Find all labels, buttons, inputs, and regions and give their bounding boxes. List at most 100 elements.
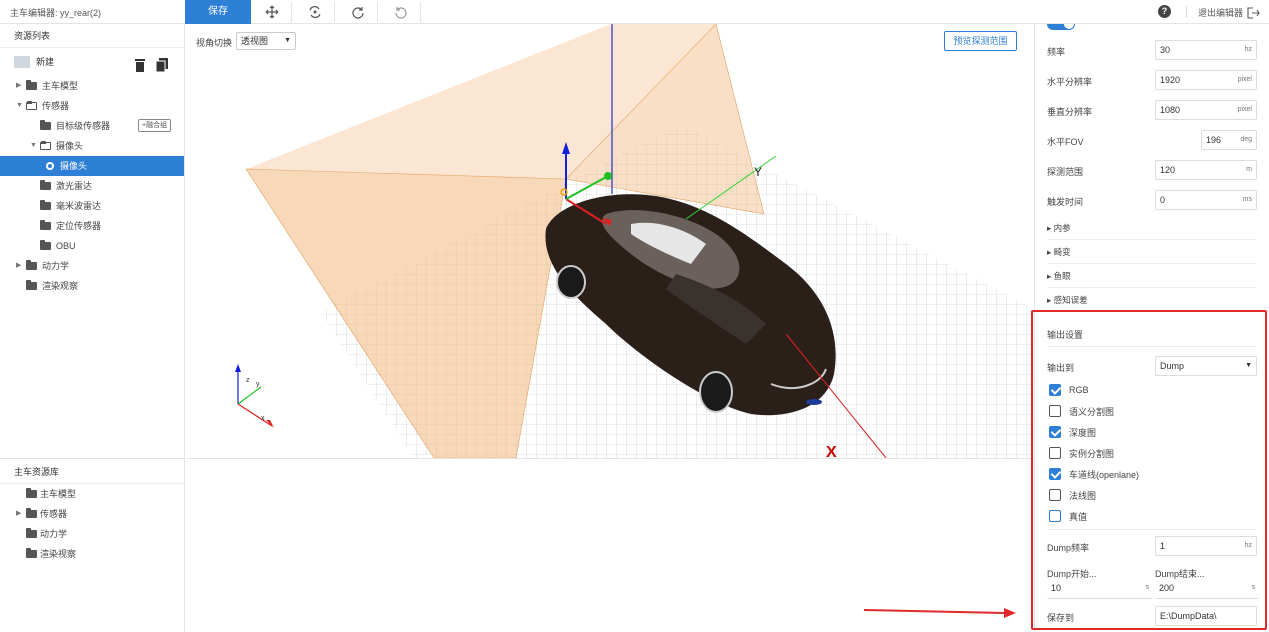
property-unit: ms xyxy=(1242,196,1252,203)
resource-tree-item[interactable]: 目标级传感器 +融合组 xyxy=(0,116,184,136)
new-resource-button[interactable]: 新建 xyxy=(36,48,54,76)
resource-tree-item[interactable]: ▶ 动力学 xyxy=(0,256,184,276)
resource-tree-item[interactable]: 渲染观察 xyxy=(0,276,184,296)
property-value: 120 xyxy=(1160,165,1176,175)
property-value: 30 xyxy=(1160,45,1171,55)
resource-tree-item[interactable]: OBU xyxy=(0,236,184,256)
resource-tree-label: 摄像头 xyxy=(60,161,88,171)
resource-tree-item[interactable]: 毫米波雷达 xyxy=(0,196,184,216)
folder-icon xyxy=(40,180,51,190)
resource-tree-label: 激光雷达 xyxy=(56,181,93,191)
chevron-down-icon: ▼ xyxy=(284,37,291,44)
property-unit: hz xyxy=(1244,46,1252,53)
property-unit: pixel xyxy=(1237,76,1252,83)
resource-tree-item[interactable]: 摄像头 xyxy=(0,156,184,176)
folder-icon xyxy=(40,200,51,210)
resource-tree: ▶ 主车模型 ▼ 传感器 目标级传感器 +融合组 ▼ 摄像头 摄像头 激光雷达 毫米波雷达 定位传感器… xyxy=(0,76,184,296)
divider xyxy=(0,458,185,459)
folder-icon xyxy=(26,488,37,498)
folder-icon xyxy=(40,220,51,230)
save-button[interactable]: 保存 xyxy=(185,0,251,24)
library-tree-item[interactable]: 主车模型 xyxy=(0,484,185,504)
property-input[interactable]: 0 ms xyxy=(1155,190,1257,210)
library-tree-label: 渲染视察 xyxy=(40,549,77,559)
property-value: 196 xyxy=(1206,135,1222,145)
library-title: 主车资源库 xyxy=(0,460,185,484)
folder-icon xyxy=(26,260,37,270)
resource-tree-item[interactable]: 激光雷达 xyxy=(0,176,184,196)
chevron-right-icon[interactable]: ▶ xyxy=(16,504,26,524)
collapsible-section[interactable]: ▸ 畸变 xyxy=(1047,240,1257,264)
view-select[interactable]: 透视图 ▼ xyxy=(236,32,296,50)
new-folder-icon[interactable] xyxy=(14,56,30,68)
property-label: 水平分辨率 xyxy=(1047,77,1093,87)
chevron-right-icon[interactable]: ▶ xyxy=(16,76,26,96)
resource-tree-label: 渲染观察 xyxy=(42,281,79,291)
y-axis-label: Y xyxy=(754,165,762,179)
redo-icon xyxy=(351,7,364,19)
folder-icon xyxy=(40,240,51,250)
highlight-box xyxy=(1031,310,1267,630)
divider xyxy=(1186,6,1187,18)
library-tree: 主车模型 ▶ 传感器动力学渲染视察 xyxy=(0,484,185,564)
library-tree-label: 主车模型 xyxy=(40,489,77,499)
rotate-tool-button[interactable] xyxy=(295,2,335,22)
undo-button[interactable] xyxy=(381,2,421,22)
top-toolbar: 主车编辑器: yy_rear(2) 保存 ? 退出编辑器 xyxy=(0,0,1269,24)
collapsible-section[interactable]: ▸ 感知误差 xyxy=(1047,288,1257,312)
property-label: 频率 xyxy=(1047,47,1066,57)
x-axis-label: X xyxy=(826,444,837,458)
property-input[interactable]: 1920 pixel xyxy=(1155,70,1257,90)
exit-editor-button[interactable]: 退出编辑器 xyxy=(1198,6,1260,19)
add-fusion-group-button[interactable]: +融合组 xyxy=(138,119,172,132)
property-unit: pixel xyxy=(1237,106,1252,113)
resource-tree-label: 毫米波雷达 xyxy=(56,201,102,211)
property-label: 垂直分辨率 xyxy=(1047,107,1093,117)
preview-range-button[interactable]: 预览探测范围 xyxy=(944,31,1017,51)
new-resource-row: 新建 xyxy=(0,48,184,76)
resource-tree-item[interactable]: ▼ 传感器 xyxy=(0,96,184,116)
library-tree-item[interactable]: 动力学 xyxy=(0,524,185,544)
svg-text:x: x xyxy=(261,415,265,422)
library-tree-item[interactable]: 渲染视察 xyxy=(0,544,185,564)
property-row: 触发时间 0 ms xyxy=(1047,190,1257,212)
resource-tree-label: OBU xyxy=(56,241,76,251)
undo-icon xyxy=(394,7,407,19)
resource-tree-item[interactable]: 定位传感器 xyxy=(0,216,184,236)
3d-viewport[interactable]: Y X z y x 视角切换 透视图 ▼ 预览探测范围 xyxy=(186,24,1034,458)
chevron-down-icon[interactable]: ▼ xyxy=(30,136,40,156)
help-icon[interactable]: ? xyxy=(1158,5,1171,18)
chevron-right-icon[interactable]: ▶ xyxy=(16,256,26,276)
property-input[interactable]: 196 deg xyxy=(1201,130,1257,150)
library-tree-label: 传感器 xyxy=(40,509,68,519)
move-icon xyxy=(265,5,278,19)
folder-icon xyxy=(40,120,51,130)
redo-button[interactable] xyxy=(338,2,378,22)
axis-helper: z y x xyxy=(235,364,274,428)
resource-tree-label: 动力学 xyxy=(42,261,70,271)
move-tool-button[interactable] xyxy=(252,2,292,22)
collapsible-section[interactable]: ▸ 鱼眼 xyxy=(1047,264,1257,288)
property-label: 探测范围 xyxy=(1047,167,1084,177)
resource-tree-label: 传感器 xyxy=(42,101,70,111)
library-tree-item[interactable]: ▶ 传感器 xyxy=(0,504,185,524)
folder-open-icon xyxy=(26,101,37,110)
property-row: 频率 30 hz xyxy=(1047,40,1257,62)
property-unit: m xyxy=(1246,166,1252,173)
left-sidebar: 资源列表 新建 ▶ 主车模型 ▼ 传感器 目标级传感器 +融合组 ▼ 摄像头 摄像头 激光雷达 毫米… xyxy=(0,24,185,632)
rotate-icon xyxy=(308,6,321,18)
camera-icon xyxy=(44,160,56,172)
scene-canvas[interactable]: Y X z y x xyxy=(186,24,1034,458)
collapsible-section[interactable]: ▸ 内参 xyxy=(1047,216,1257,240)
enable-toggle[interactable] xyxy=(1047,24,1075,30)
property-row: 垂直分辨率 1080 pixel xyxy=(1047,100,1257,122)
folder-icon xyxy=(26,280,37,290)
property-input[interactable]: 1080 pixel xyxy=(1155,100,1257,120)
property-input[interactable]: 30 hz xyxy=(1155,40,1257,60)
resource-tree-item[interactable]: ▶ 主车模型 xyxy=(0,76,184,96)
property-input[interactable]: 120 m xyxy=(1155,160,1257,180)
property-row: 水平分辨率 1920 pixel xyxy=(1047,70,1257,92)
view-switch-label: 视角切换 xyxy=(196,38,233,48)
chevron-down-icon[interactable]: ▼ xyxy=(16,96,26,116)
resource-tree-item[interactable]: ▼ 摄像头 xyxy=(0,136,184,156)
